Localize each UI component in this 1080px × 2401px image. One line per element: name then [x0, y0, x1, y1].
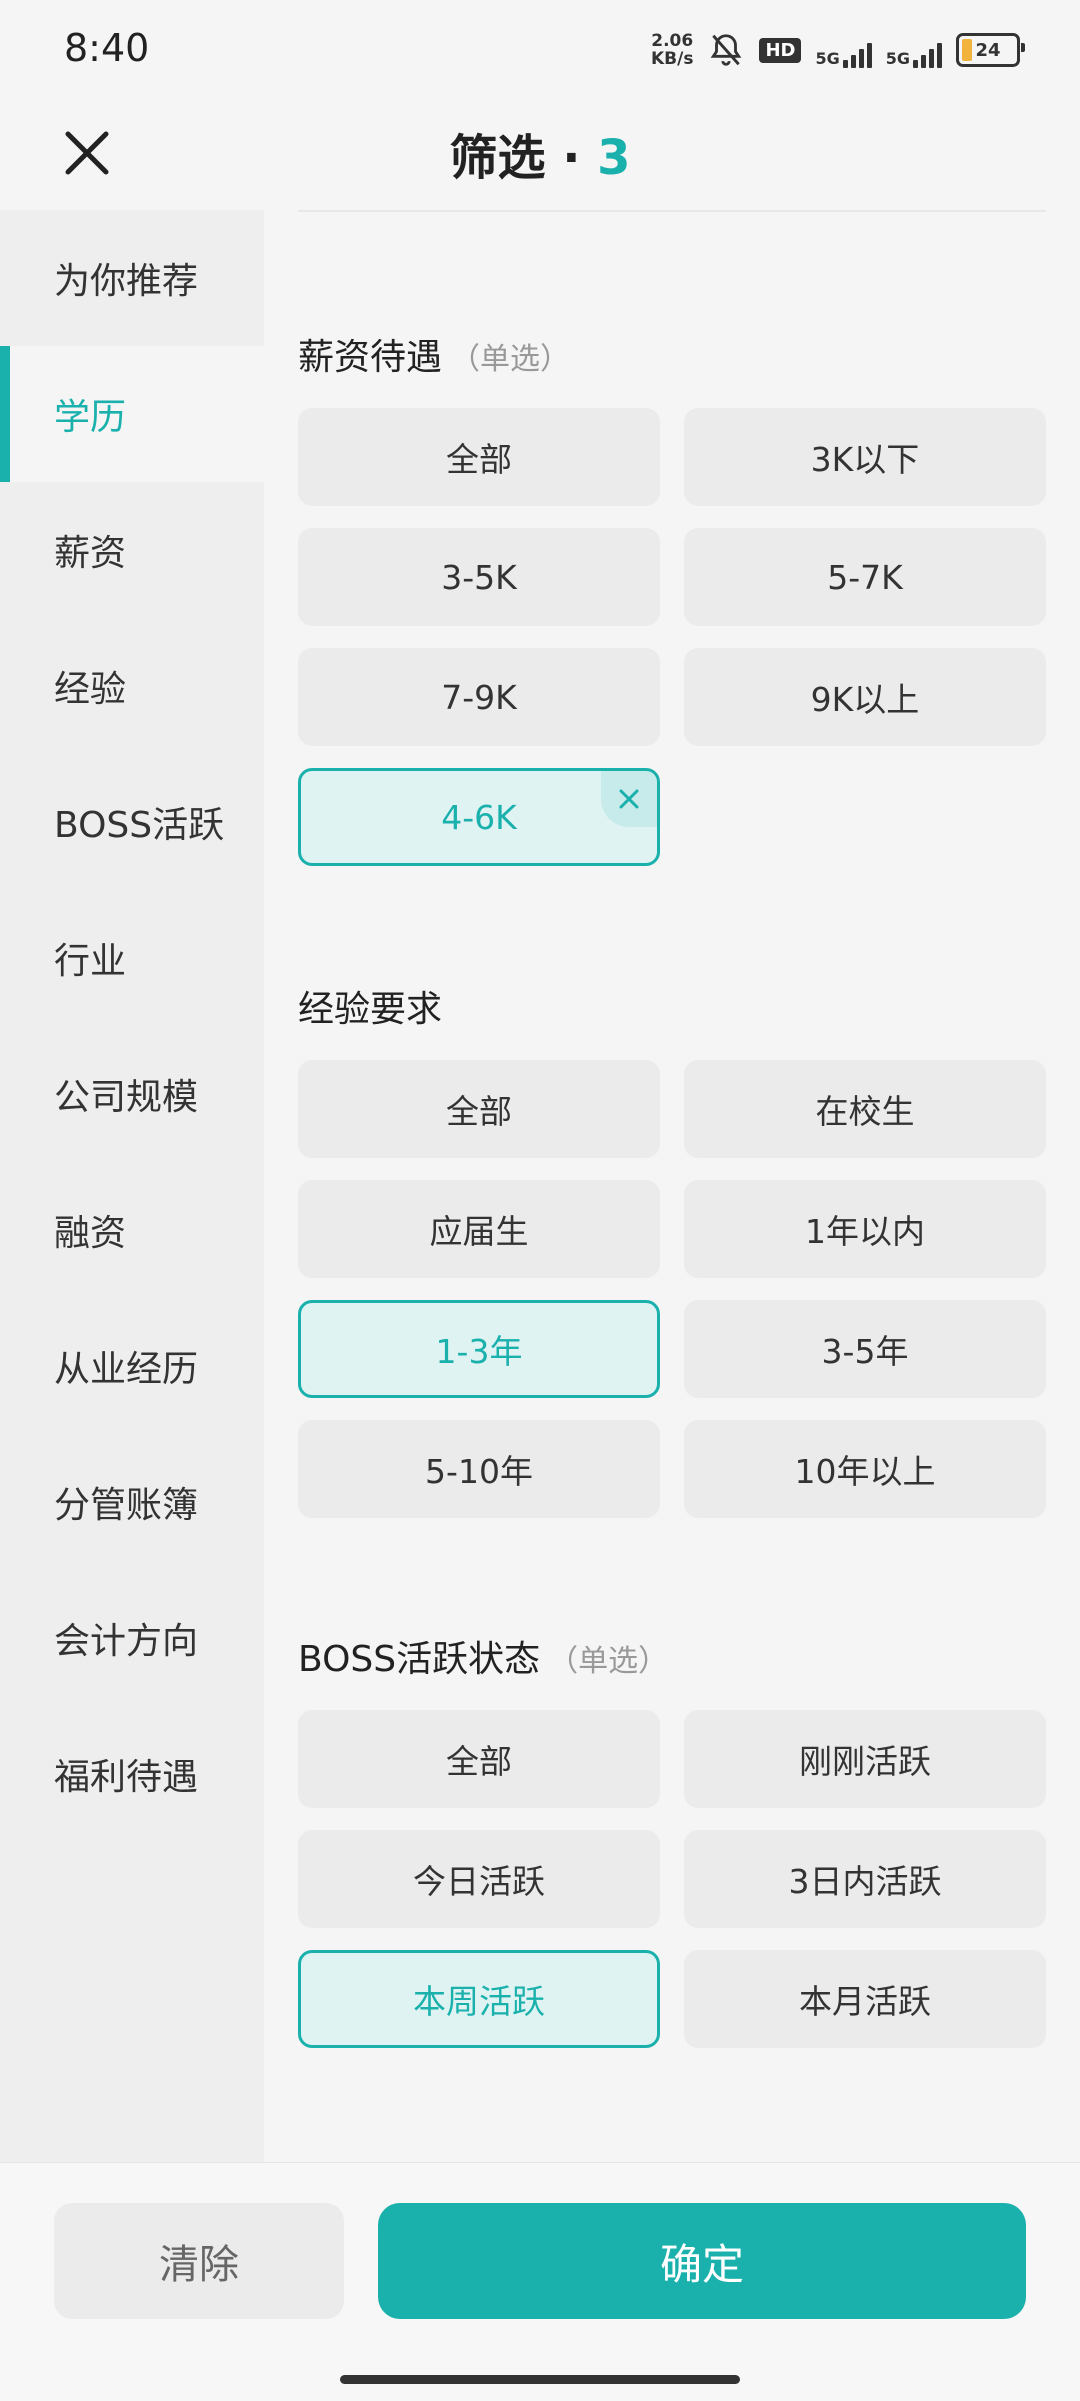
experience-option-1-3y[interactable]: 1-3年	[298, 1300, 660, 1398]
boss-option-all[interactable]: 全部	[298, 1710, 660, 1808]
filter-content[interactable]: 薪资待遇 （单选） 全部 3K以下 3-5K 5-7K 7-9K 9K以上 4-6…	[264, 210, 1080, 2162]
experience-option-over-10y[interactable]: 10年以上	[684, 1420, 1046, 1518]
filter-count: 3	[597, 130, 631, 186]
sidebar-item-accounting[interactable]: 会计方向	[0, 1570, 264, 1706]
network-speed-unit: KB/s	[650, 49, 694, 69]
sidebar-item-company-size[interactable]: 公司规模	[0, 1026, 264, 1162]
confirm-button[interactable]: 确定	[378, 2203, 1026, 2319]
section-salary-hint: （单选）	[450, 342, 571, 377]
header: 筛选 · 3	[0, 100, 1080, 210]
signal-bars-icon	[913, 42, 942, 68]
signal-1: 5G	[815, 32, 872, 68]
signal-bars-icon	[842, 42, 872, 68]
section-boss-hint: （单选）	[548, 1644, 669, 1679]
section-title-experience: 经验要求	[298, 989, 443, 1030]
experience-option-graduate[interactable]: 应届生	[298, 1180, 660, 1278]
status-icons: 2.06 KB/s HD 5G 5G 24	[651, 28, 1025, 72]
boss-option-just-now[interactable]: 刚刚活跃	[684, 1710, 1046, 1808]
salary-option-3-5k[interactable]: 3-5K	[298, 528, 660, 626]
boss-option-3-days[interactable]: 3日内活跃	[684, 1830, 1046, 1928]
sidebar-item-benefits[interactable]: 福利待遇	[0, 1706, 264, 1842]
page-title: 筛选 · 3	[0, 118, 1080, 188]
experience-option-3-5y[interactable]: 3-5年	[684, 1300, 1046, 1398]
battery-level: 24	[975, 39, 1001, 61]
network-speed-value: 2.06	[651, 31, 694, 51]
sidebar-item-ledger[interactable]: 分管账簿	[0, 1434, 264, 1570]
experience-option-under-1y[interactable]: 1年以内	[684, 1180, 1046, 1278]
boss-option-today[interactable]: 今日活跃	[298, 1830, 660, 1928]
battery-icon: 24	[956, 33, 1025, 67]
experience-option-5-10y[interactable]: 5-10年	[298, 1420, 660, 1518]
status-bar: 8:40 2.06 KB/s HD 5G 5G 24	[0, 0, 1080, 100]
status-time: 8:40	[64, 26, 150, 70]
section-title-boss-activity: BOSS活跃状态 （单选）	[298, 1630, 668, 1682]
top-divider	[298, 210, 1046, 212]
sidebar-item-education[interactable]: 学历	[0, 346, 264, 482]
section-title-salary: 薪资待遇 （单选）	[298, 328, 570, 380]
title-separator: ·	[562, 130, 581, 186]
boss-option-this-week[interactable]: 本周活跃	[298, 1950, 660, 2048]
salary-custom-label: 4-6K	[441, 797, 517, 837]
footer-actions: 清除 确定	[0, 2162, 1080, 2401]
section-boss-title: BOSS活跃状态	[298, 1639, 541, 1680]
sidebar-item-experience[interactable]: 经验	[0, 618, 264, 754]
close-icon	[619, 789, 639, 809]
clear-button[interactable]: 清除	[54, 2203, 344, 2319]
home-indicator[interactable]	[340, 2375, 740, 2384]
salary-option-all[interactable]: 全部	[298, 408, 660, 506]
salary-option-under-3k[interactable]: 3K以下	[684, 408, 1046, 506]
sidebar-item-work-history[interactable]: 从业经历	[0, 1298, 264, 1434]
remove-custom-salary-button[interactable]	[601, 771, 657, 827]
sidebar-item-industry[interactable]: 行业	[0, 890, 264, 1026]
boss-option-this-month[interactable]: 本月活跃	[684, 1950, 1046, 2048]
salary-option-custom-selected[interactable]: 4-6K	[298, 768, 660, 866]
bell-off-icon	[711, 34, 742, 66]
experience-option-all[interactable]: 全部	[298, 1060, 660, 1158]
experience-option-student[interactable]: 在校生	[684, 1060, 1046, 1158]
signal-2-label: 5G	[885, 49, 910, 68]
sidebar-item-salary[interactable]: 薪资	[0, 482, 264, 618]
section-salary-title: 薪资待遇	[298, 337, 443, 378]
hd-badge: HD	[759, 37, 802, 63]
title-text: 筛选	[449, 130, 546, 186]
sidebar-item-recommend[interactable]: 为你推荐	[0, 210, 264, 346]
salary-option-5-7k[interactable]: 5-7K	[684, 528, 1046, 626]
salary-option-over-9k[interactable]: 9K以上	[684, 648, 1046, 746]
sidebar-item-financing[interactable]: 融资	[0, 1162, 264, 1298]
sidebar-item-boss-active[interactable]: BOSS活跃	[0, 754, 264, 890]
network-speed: 2.06 KB/s	[651, 32, 693, 68]
salary-option-7-9k[interactable]: 7-9K	[298, 648, 660, 746]
category-sidebar: 为你推荐 学历 薪资 经验 BOSS活跃 行业 公司规模 融资 从业经历 分管账…	[0, 210, 264, 2162]
signal-2: 5G	[886, 32, 942, 68]
signal-1-label: 5G	[815, 49, 840, 68]
